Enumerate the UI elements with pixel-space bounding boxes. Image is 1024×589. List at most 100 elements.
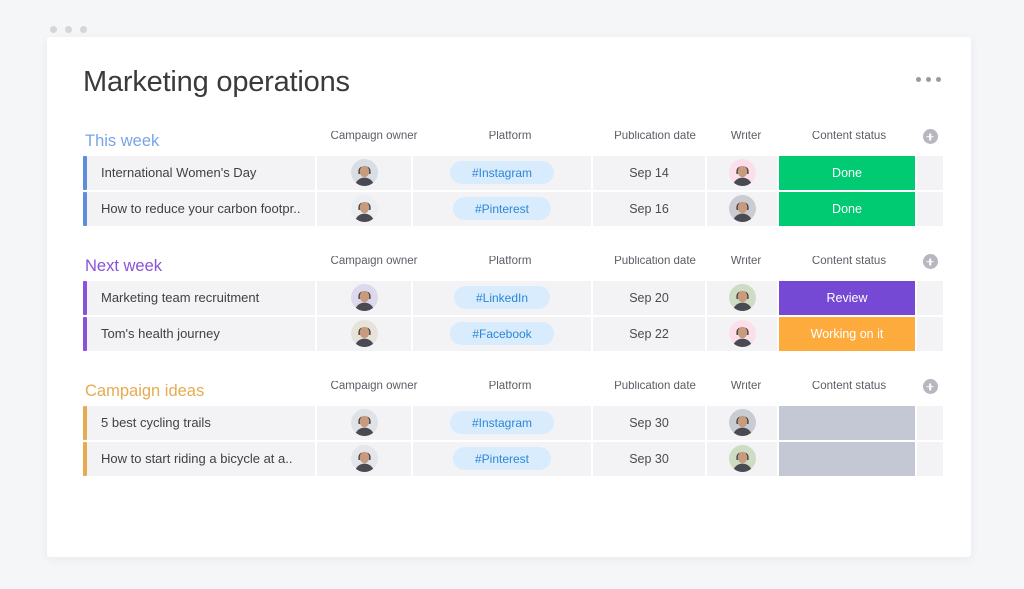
cell-platform[interactable]: #Facebook bbox=[413, 316, 591, 351]
cell-writer[interactable] bbox=[707, 405, 777, 440]
window-controls bbox=[50, 26, 87, 33]
table-row[interactable]: How to reduce your carbon footpr.. #Pinte… bbox=[83, 191, 943, 226]
cell-platform[interactable]: #LinkedIn bbox=[413, 280, 591, 315]
cell-content-status[interactable]: Review bbox=[779, 280, 915, 315]
cell-content-status[interactable]: Done bbox=[779, 155, 915, 190]
avatar[interactable] bbox=[728, 409, 756, 437]
avatar[interactable] bbox=[350, 159, 378, 187]
board-group: Next week Campaign owner Platform Publicati… bbox=[83, 249, 943, 351]
column-header-platform[interactable]: Platform bbox=[421, 381, 599, 393]
cell-content-status[interactable] bbox=[779, 441, 915, 476]
cell-writer[interactable] bbox=[707, 441, 777, 476]
cell-platform[interactable]: #Pinterest bbox=[413, 441, 591, 476]
column-header-content-status[interactable]: Content status bbox=[781, 381, 917, 393]
window-dot-close[interactable] bbox=[50, 26, 57, 33]
platform-tag[interactable]: #Facebook bbox=[450, 322, 554, 346]
cell-writer[interactable] bbox=[707, 191, 777, 226]
avatar[interactable] bbox=[350, 284, 378, 312]
status-badge[interactable]: Review bbox=[779, 280, 915, 315]
add-column-icon[interactable] bbox=[922, 254, 938, 270]
cell-content-status[interactable]: Working on it bbox=[779, 316, 915, 351]
cell-campaign-owner[interactable] bbox=[317, 441, 411, 476]
avatar[interactable] bbox=[728, 195, 756, 223]
table-row[interactable]: Tom's health journey #Facebook Sep 22 Worki… bbox=[83, 316, 943, 351]
avatar[interactable] bbox=[728, 159, 756, 187]
cell-platform[interactable]: #Instagram bbox=[413, 405, 591, 440]
table-row[interactable]: Marketing team recruitment #LinkedIn Sep 2… bbox=[83, 280, 943, 315]
avatar[interactable] bbox=[728, 284, 756, 312]
column-header-platform[interactable]: Platform bbox=[421, 256, 599, 268]
table-row[interactable]: International Women's Day #Instagram Sep 1… bbox=[83, 155, 943, 190]
column-header-writer[interactable]: Writer bbox=[711, 131, 781, 143]
cell-empty-trailing[interactable] bbox=[917, 155, 943, 190]
column-header-campaign-owner[interactable]: Campaign owner bbox=[327, 381, 421, 393]
cell-campaign-owner[interactable] bbox=[317, 316, 411, 351]
avatar[interactable] bbox=[728, 445, 756, 473]
column-header-campaign-owner[interactable]: Campaign owner bbox=[327, 256, 421, 268]
avatar[interactable] bbox=[350, 320, 378, 348]
cell-content-status[interactable] bbox=[779, 405, 915, 440]
cell-item-name[interactable]: How to reduce your carbon footpr.. bbox=[87, 191, 315, 226]
cell-empty-trailing[interactable] bbox=[917, 405, 943, 440]
column-header-content-status[interactable]: Content status bbox=[781, 256, 917, 268]
platform-tag[interactable]: #LinkedIn bbox=[453, 286, 551, 310]
status-badge[interactable]: Done bbox=[779, 155, 915, 190]
platform-tag[interactable]: #Instagram bbox=[449, 161, 555, 185]
column-header-content-status[interactable]: Content status bbox=[781, 131, 917, 143]
column-header-publication-date[interactable]: Publication date bbox=[599, 256, 711, 268]
column-header-writer[interactable]: Writer bbox=[711, 256, 781, 268]
cell-item-name[interactable]: Tom's health journey bbox=[87, 316, 315, 351]
status-badge[interactable] bbox=[779, 441, 915, 476]
cell-publication-date[interactable]: Sep 16 bbox=[593, 191, 705, 226]
status-badge[interactable]: Working on it bbox=[779, 316, 915, 351]
table-row[interactable]: How to start riding a bicycle at a.. #Pin… bbox=[83, 441, 943, 476]
kebab-menu-icon[interactable] bbox=[916, 77, 941, 82]
add-column-icon[interactable] bbox=[922, 129, 938, 145]
cell-publication-date[interactable]: Sep 30 bbox=[593, 441, 705, 476]
status-badge[interactable]: Done bbox=[779, 191, 915, 226]
platform-tag[interactable]: #Instagram bbox=[449, 411, 555, 435]
cell-platform[interactable]: #Instagram bbox=[413, 155, 591, 190]
avatar[interactable] bbox=[350, 195, 378, 223]
cell-publication-date[interactable]: Sep 20 bbox=[593, 280, 705, 315]
cell-item-name[interactable]: How to start riding a bicycle at a.. bbox=[87, 441, 315, 476]
cell-publication-date[interactable]: Sep 14 bbox=[593, 155, 705, 190]
group-title[interactable]: Next week bbox=[85, 258, 317, 275]
cell-publication-date[interactable]: Sep 30 bbox=[593, 405, 705, 440]
cell-writer[interactable] bbox=[707, 155, 777, 190]
group-title[interactable]: Campaign ideas bbox=[85, 383, 317, 400]
column-header-platform[interactable]: Platform bbox=[421, 131, 599, 143]
cell-writer[interactable] bbox=[707, 280, 777, 315]
cell-item-name[interactable]: International Women's Day bbox=[87, 155, 315, 190]
column-header-campaign-owner[interactable]: Campaign owner bbox=[327, 131, 421, 143]
avatar[interactable] bbox=[350, 409, 378, 437]
avatar-woman-dark-hair bbox=[354, 166, 374, 187]
add-column-icon[interactable] bbox=[922, 379, 938, 395]
cell-campaign-owner[interactable] bbox=[317, 155, 411, 190]
column-header-writer[interactable]: Writer bbox=[711, 381, 781, 393]
avatar[interactable] bbox=[350, 445, 378, 473]
table-row[interactable]: 5 best cycling trails #Instagram Sep 30 bbox=[83, 405, 943, 440]
cell-content-status[interactable]: Done bbox=[779, 191, 915, 226]
avatar[interactable] bbox=[728, 320, 756, 348]
cell-empty-trailing[interactable] bbox=[917, 191, 943, 226]
cell-item-name[interactable]: 5 best cycling trails bbox=[87, 405, 315, 440]
cell-campaign-owner[interactable] bbox=[317, 191, 411, 226]
cell-empty-trailing[interactable] bbox=[917, 316, 943, 351]
cell-campaign-owner[interactable] bbox=[317, 280, 411, 315]
group-title[interactable]: This week bbox=[85, 133, 317, 150]
column-header-publication-date[interactable]: Publication date bbox=[599, 381, 711, 393]
window-dot-minimize[interactable] bbox=[65, 26, 72, 33]
cell-empty-trailing[interactable] bbox=[917, 280, 943, 315]
cell-writer[interactable] bbox=[707, 316, 777, 351]
column-header-publication-date[interactable]: Publication date bbox=[599, 131, 711, 143]
status-badge[interactable] bbox=[779, 405, 915, 440]
cell-item-name[interactable]: Marketing team recruitment bbox=[87, 280, 315, 315]
cell-platform[interactable]: #Pinterest bbox=[413, 191, 591, 226]
platform-tag[interactable]: #Pinterest bbox=[452, 447, 552, 471]
cell-campaign-owner[interactable] bbox=[317, 405, 411, 440]
platform-tag[interactable]: #Pinterest bbox=[452, 197, 552, 221]
cell-publication-date[interactable]: Sep 22 bbox=[593, 316, 705, 351]
cell-empty-trailing[interactable] bbox=[917, 441, 943, 476]
window-dot-maximize[interactable] bbox=[80, 26, 87, 33]
